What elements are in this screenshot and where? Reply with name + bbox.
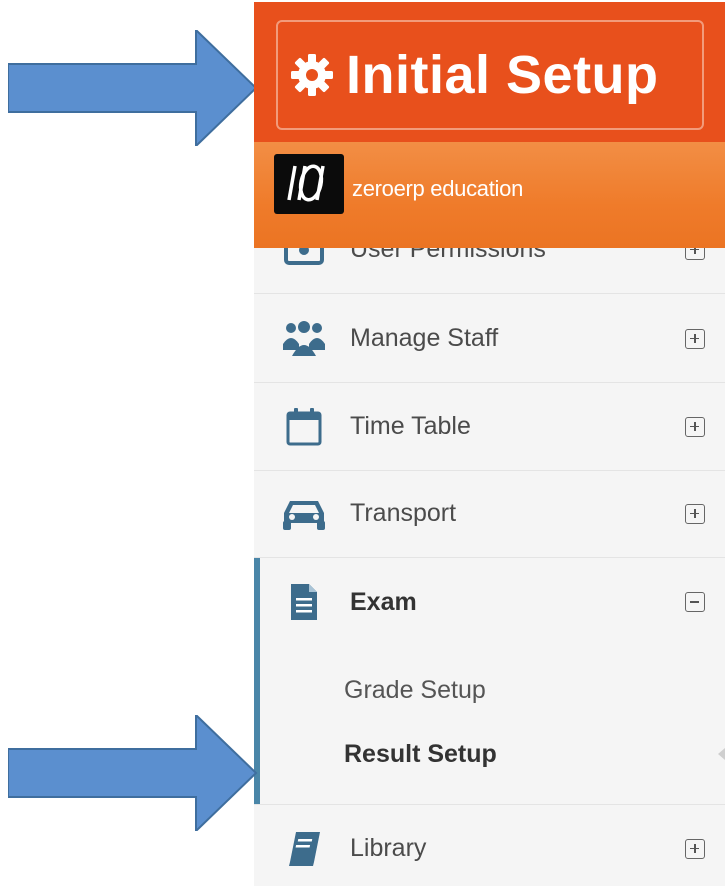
calendar-icon bbox=[274, 407, 334, 447]
document-icon bbox=[274, 582, 334, 622]
initial-setup-button[interactable]: Initial Setup bbox=[276, 20, 704, 130]
collapse-icon[interactable] bbox=[685, 592, 705, 612]
initial-setup-banner[interactable]: Initial Setup bbox=[254, 2, 725, 142]
active-caret-icon bbox=[718, 748, 725, 760]
brand-name: zeroerp education bbox=[352, 176, 524, 201]
sidebar-item-label: Manage Staff bbox=[350, 324, 499, 352]
submenu-item-grade-setup[interactable]: Grade Setup bbox=[344, 676, 486, 705]
exam-submenu: Grade Setup Result Setup bbox=[254, 646, 725, 804]
sidebar-item-library[interactable]: Library bbox=[254, 804, 725, 886]
book-icon bbox=[274, 830, 334, 868]
expand-icon[interactable] bbox=[685, 328, 705, 349]
sidebar-item-time-table[interactable]: Time Table bbox=[254, 383, 725, 471]
sidebar-item-transport[interactable]: Transport bbox=[254, 470, 725, 558]
initial-setup-title: Initial Setup bbox=[346, 45, 659, 105]
brand-header: zeroerp education bbox=[254, 142, 725, 248]
annotation-arrow-top bbox=[8, 30, 258, 146]
gear-icon bbox=[291, 54, 333, 96]
sidebar-item-label: Time Table bbox=[350, 412, 471, 440]
screenshot-canvas: Initial Setup User Permissions Manage St… bbox=[0, 0, 725, 886]
sidebar-item-label: Library bbox=[350, 834, 427, 862]
annotation-arrow-bottom bbox=[8, 715, 258, 831]
expand-icon[interactable] bbox=[685, 503, 705, 524]
sidebar-item-manage-staff[interactable]: Manage Staff bbox=[254, 295, 725, 383]
expand-icon[interactable] bbox=[685, 416, 705, 437]
staff-group-icon bbox=[274, 320, 334, 358]
expand-icon[interactable] bbox=[685, 838, 705, 859]
submenu-item-result-setup[interactable]: Result Setup bbox=[344, 740, 497, 769]
sidebar-item-exam[interactable]: Exam bbox=[254, 558, 725, 646]
sidebar-item-label: Transport bbox=[350, 499, 457, 527]
car-icon bbox=[274, 497, 334, 531]
sidebar-item-label: Exam bbox=[350, 587, 417, 616]
brand-logo bbox=[274, 154, 344, 214]
sidebar-menu: User Permissions Manage Staff Time Table… bbox=[254, 230, 725, 886]
